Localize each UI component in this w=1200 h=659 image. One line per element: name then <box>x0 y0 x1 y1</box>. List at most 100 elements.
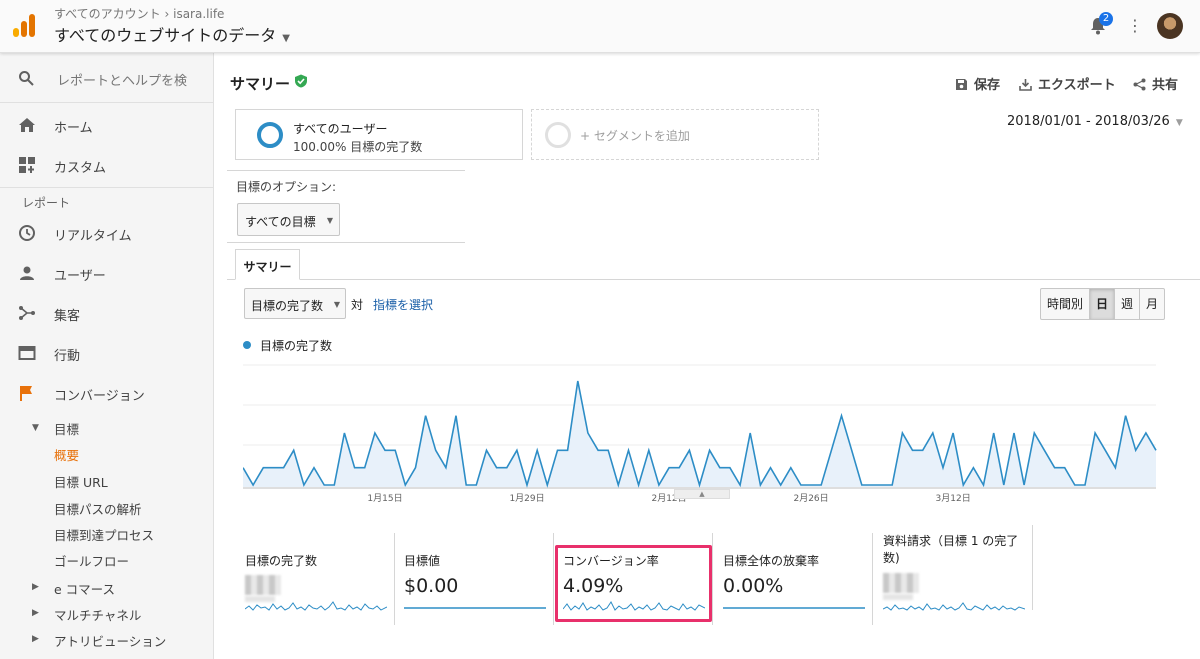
divider <box>553 533 554 625</box>
share-icon <box>1133 78 1146 91</box>
scorecard-abandonment-rate[interactable]: 目標全体の放棄率 0.00% <box>723 533 873 625</box>
sidebar-subitem-funnel[interactable]: 目標到達プロセス <box>54 525 154 544</box>
reports-section-label: レポート <box>22 196 71 210</box>
date-range-picker[interactable]: 2018/01/01 - 2018/03/26 ▼ <box>1007 114 1183 129</box>
export-label: エクスポート <box>1038 78 1116 93</box>
granularity-hourly[interactable]: 時間別 <box>1041 289 1091 319</box>
share-label: 共有 <box>1152 78 1179 93</box>
goal-options-label: 目標のオプション: <box>236 180 337 194</box>
scorecard-value: $0.00 <box>404 575 459 597</box>
chevron-down-icon: ▼ <box>1175 118 1183 128</box>
share-button[interactable]: 共有 <box>1133 74 1178 93</box>
x-tick-label: 1月15日 <box>367 493 402 503</box>
add-segment-button[interactable]: + セグメントを追加 <box>531 109 819 160</box>
select-metric-link[interactable]: 指標を選択 <box>373 296 433 313</box>
flag-icon <box>20 386 32 401</box>
chevron-down-icon: ▼ <box>326 216 333 225</box>
segment-name: すべてのユーザー <box>293 122 388 136</box>
triangle-right-icon[interactable]: ▶ <box>32 608 39 618</box>
goal-options-dropdown[interactable]: すべての目標 ▼ <box>237 203 340 236</box>
sidebar-item-home[interactable]: ホーム <box>0 105 213 145</box>
search-icon <box>19 71 34 86</box>
segment-card-all-users[interactable]: すべてのユーザー 100.00% 目標の完了数 <box>235 109 523 160</box>
x-tick-label: 3月12日 <box>936 493 971 503</box>
segment-ring-icon <box>257 122 283 148</box>
dashboard-add-icon <box>19 157 35 173</box>
granularity-month[interactable]: 月 <box>1140 289 1164 319</box>
sparkline <box>404 607 546 609</box>
versus-label: 対 <box>351 298 364 312</box>
save-label: 保存 <box>974 78 1001 93</box>
export-button[interactable]: エクスポート <box>1019 74 1116 93</box>
sidebar-item-realtime[interactable]: リアルタイム <box>0 213 213 253</box>
granularity-toggle: 時間別 日 週 月 <box>1040 288 1166 320</box>
granularity-day[interactable]: 日 <box>1090 289 1116 319</box>
sidebar-item-ecommerce[interactable]: e コマース <box>54 579 115 598</box>
sidebar-search[interactable]: レポートとヘルプを検索 <box>0 53 213 103</box>
sparkline <box>883 602 1025 611</box>
property-selector[interactable]: すべてのウェブサイトのデータ ▼ <box>54 22 290 46</box>
save-icon <box>956 79 967 90</box>
behavior-icon <box>18 346 36 360</box>
triangle-right-icon[interactable]: ▶ <box>32 634 39 644</box>
granularity-week[interactable]: 週 <box>1115 289 1141 319</box>
sidebar-item-label: コンバージョン <box>54 389 145 404</box>
sidebar-item-attribution[interactable]: アトリビューション <box>54 631 166 650</box>
sidebar-item-goals[interactable]: 目標 <box>54 419 79 438</box>
page-title: サマリー <box>230 75 291 93</box>
sidebar-item-label: カスタム <box>54 161 107 176</box>
sidebar-item-label: ホーム <box>54 121 93 136</box>
property-name: すべてのウェブサイトのデータ <box>54 26 277 45</box>
sidebar-item-acquisition[interactable]: 集客 <box>0 293 213 333</box>
segment-ring-icon <box>545 122 571 148</box>
chevron-down-icon: ▼ <box>282 33 290 44</box>
date-range-value: 2018/01/01 - 2018/03/26 <box>1007 114 1170 129</box>
sidebar-item-label: ユーザー <box>54 269 106 284</box>
triangle-right-icon[interactable]: ▶ <box>32 582 39 592</box>
main-content: サマリー 保存 エクスポート 共有 すべてのユーザー 100.00% 目標の完了… <box>214 53 1200 659</box>
scorecard-name: 目標の完了数 <box>245 554 318 568</box>
save-button[interactable]: 保存 <box>955 74 1000 93</box>
chart-collapse-handle[interactable]: ▲ <box>674 489 730 499</box>
sidebar-subitem-goal-flow[interactable]: ゴールフロー <box>54 551 129 570</box>
conversion-rate-highlight-box <box>555 545 712 622</box>
sparkline <box>245 601 387 611</box>
sidebar-item-label: 行動 <box>54 349 81 364</box>
divider <box>394 533 395 625</box>
scorecard-goal-value[interactable]: 目標値 $0.00 <box>404 533 554 625</box>
person-icon <box>20 266 34 280</box>
blurred-value <box>245 575 281 595</box>
top-bar: すべてのアカウント › isara.life すべてのウェブサイトのデータ ▼ 2… <box>0 0 1200 53</box>
analytics-logo-icon[interactable] <box>12 14 36 38</box>
clock-icon <box>19 225 35 241</box>
more-vert-icon[interactable]: ⋮ <box>1127 16 1143 36</box>
scorecard-goal-completions[interactable]: 目標の完了数 <box>245 533 395 625</box>
sidebar-item-conversions[interactable]: コンバージョン <box>0 373 213 413</box>
sidebar-subitem-goal-url[interactable]: 目標 URL <box>54 472 108 491</box>
legend-marker <box>243 341 251 349</box>
line-chart: 1月15日 1月29日 2月12日 2月26日 3月12日 <box>243 364 1157 503</box>
sidebar-item-label: リアルタイム <box>54 229 132 244</box>
triangle-down-icon[interactable]: ▼ <box>32 423 39 433</box>
notification-badge: 2 <box>1099 12 1113 26</box>
divider <box>712 533 713 625</box>
download-icon <box>1019 79 1032 91</box>
sidebar-subitem-overview[interactable]: 概要 <box>54 445 79 464</box>
account-breadcrumb[interactable]: すべてのアカウント › isara.life <box>54 5 224 22</box>
divider <box>1032 525 1033 610</box>
search-input[interactable]: レポートとヘルプを検索 <box>57 70 187 89</box>
scorecard-goal-1-completions[interactable]: 資料請求（目標 1 の完了数) <box>883 525 1033 617</box>
x-tick-label: 1月29日 <box>509 493 544 503</box>
tab-summary[interactable]: サマリー <box>235 249 300 280</box>
add-segment-label: + セグメントを追加 <box>580 129 690 143</box>
series-area <box>243 381 1156 487</box>
sidebar-item-audience[interactable]: ユーザー <box>0 253 213 293</box>
sidebar-item-multichannel[interactable]: マルチチャネル <box>54 605 141 624</box>
sidebar-item-custom[interactable]: カスタム <box>0 145 213 185</box>
sidebar-subitem-reverse-goal-path[interactable]: 目標パスの解析 <box>54 499 142 518</box>
metric-dropdown-value: 目標の完了数 <box>251 299 324 313</box>
segment-detail: 100.00% 目標の完了数 <box>293 140 423 154</box>
metric-dropdown[interactable]: 目標の完了数 ▼ <box>244 288 346 319</box>
sidebar-item-behavior[interactable]: 行動 <box>0 333 213 373</box>
avatar[interactable] <box>1157 13 1183 39</box>
